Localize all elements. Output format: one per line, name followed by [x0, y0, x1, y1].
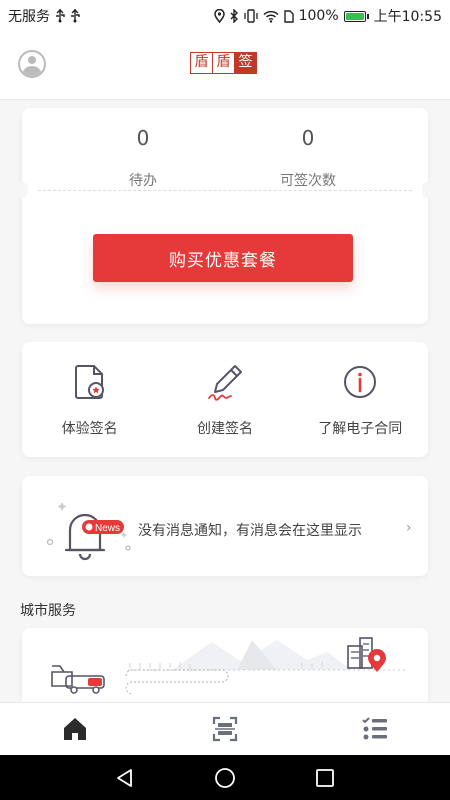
wifi-icon [263, 10, 279, 23]
tab-scan[interactable] [150, 703, 300, 755]
sign-count-stat[interactable]: 0 可签次数 [223, 126, 393, 190]
document-star-icon [74, 365, 104, 399]
battery-percent: 100% [298, 8, 339, 24]
sim-icon [283, 9, 294, 23]
app-header: 盾 盾 签 [0, 32, 450, 100]
buy-package-button[interactable]: 购买优惠套餐 [93, 234, 353, 282]
back-icon[interactable] [114, 767, 136, 789]
dashed-divider [38, 190, 412, 191]
recents-icon[interactable] [314, 767, 336, 789]
quick-actions-card: 体验签名 创建签名 了解电子合同 [22, 342, 428, 457]
tab-bar [0, 702, 450, 755]
carrier-text: 无服务 [8, 9, 50, 25]
action-try-signature[interactable]: 体验签名 [22, 342, 157, 457]
system-nav-bar [0, 755, 450, 800]
notice-card[interactable]: News 没有消息通知，有消息会在这里显示 › [22, 476, 428, 576]
logo-char: 盾 [190, 52, 213, 74]
home-icon [64, 718, 86, 740]
chevron-right-icon: › [406, 520, 412, 536]
action-label: 了解电子合同 [318, 421, 403, 437]
section-title-city-service: 城市服务 [20, 603, 76, 619]
usb-icon [71, 9, 80, 23]
city-service-card[interactable] [22, 628, 428, 702]
vibrate-icon [243, 9, 258, 23]
home-circle-icon[interactable] [214, 767, 236, 789]
pending-count: 0 [136, 126, 150, 150]
notice-text: 没有消息通知，有消息会在这里显示 [138, 523, 362, 539]
logo-char: 盾 [212, 52, 235, 74]
status-bar: 无服务 100% 上午10:55 [0, 0, 450, 32]
bluetooth-icon [230, 9, 238, 23]
tab-list[interactable] [300, 703, 450, 755]
status-left: 无服务 [8, 6, 80, 26]
pen-sign-icon [208, 365, 242, 401]
clock: 上午10:55 [373, 9, 442, 25]
avatar[interactable] [18, 50, 46, 78]
action-create-signature[interactable]: 创建签名 [157, 342, 292, 457]
app-logo: 盾 盾 签 [190, 52, 260, 74]
action-learn-contract[interactable]: 了解电子合同 [293, 342, 428, 457]
action-label: 体验签名 [61, 421, 118, 437]
news-bell-icon: News [46, 502, 131, 561]
info-icon [344, 366, 377, 398]
usb-icon [56, 9, 65, 23]
ticket-notch [16, 182, 28, 198]
status-right: 100% 上午10:55 [213, 6, 442, 26]
scan-icon [212, 716, 238, 742]
action-label: 创建签名 [196, 421, 253, 437]
sign-count-value: 0 [301, 126, 315, 150]
list-icon [362, 717, 387, 740]
location-icon [213, 9, 225, 23]
battery-icon [343, 10, 369, 22]
news-badge: News [95, 523, 120, 534]
sign-count-label: 可签次数 [280, 173, 336, 189]
pending-stat[interactable]: 0 待办 [58, 126, 228, 190]
ticket-notch [422, 182, 434, 198]
city-illustration [51, 637, 408, 695]
tab-home[interactable] [0, 703, 150, 755]
logo-char: 签 [234, 52, 257, 74]
pending-label: 待办 [129, 173, 157, 189]
stats-card: 0 待办 0 可签次数 购买优惠套餐 [16, 108, 434, 324]
